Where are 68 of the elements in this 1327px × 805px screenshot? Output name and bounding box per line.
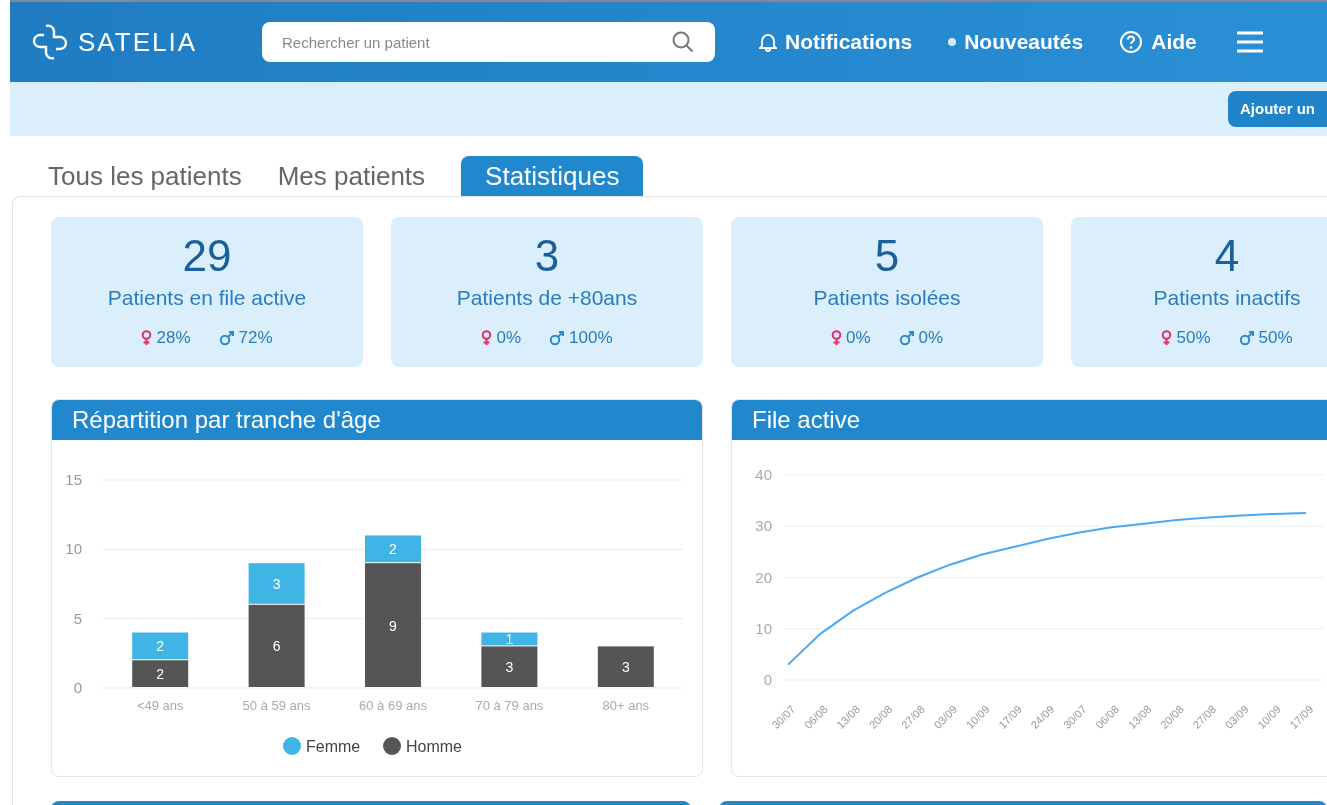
bar-value-label: 2 [389, 541, 397, 558]
legend-label: Homme [406, 738, 462, 755]
help-icon [1119, 30, 1144, 54]
bar-value-label: 2 [156, 638, 165, 655]
female-percent: 50% [1176, 327, 1211, 349]
female-icon [1161, 329, 1173, 346]
tab[interactable]: Mes patients [277, 156, 426, 196]
stat-value: 5 [874, 233, 900, 278]
male-icon [898, 329, 915, 346]
search-icon [671, 30, 695, 54]
axis-tick-label: 5 [73, 609, 82, 627]
bar-value-label: 2 [156, 666, 165, 683]
bar-value-label: 9 [389, 617, 397, 634]
category-label: 50 à 59 ans [242, 698, 311, 713]
category-label: <49 ans [136, 698, 184, 713]
female-percent: 0% [496, 327, 522, 349]
nav-link[interactable]: Aide [1151, 26, 1197, 58]
bar [132, 660, 189, 687]
bar-value-label: 3 [621, 659, 630, 676]
male-percent: 50% [1258, 327, 1293, 349]
male-percent: 72% [238, 327, 273, 349]
axis-tick-label: 0 [73, 679, 82, 696]
bar-value-label: 3 [272, 576, 281, 592]
bar [597, 646, 654, 687]
add-button[interactable]: Ajouter un [1228, 90, 1327, 128]
category-label: 70 à 79 ans [475, 698, 544, 713]
axis-tick-label: 40 [755, 466, 772, 483]
axis-tick-label: 20 [755, 568, 772, 586]
stat-value: 4 [1214, 233, 1240, 278]
nav-link[interactable]: Notifications [785, 26, 913, 58]
nav-link[interactable]: Nouveautés [964, 26, 1084, 58]
male-icon [218, 329, 235, 346]
stat-label: Patients isolées [813, 284, 961, 311]
male-icon [1238, 329, 1255, 346]
bell-icon [759, 32, 777, 52]
stat-label: Patients en file active [107, 284, 307, 311]
axis-tick-label: 15 [65, 471, 82, 488]
logo-icon [30, 22, 70, 62]
stat-label: Patients inactifs [1153, 284, 1301, 311]
female-icon [481, 329, 493, 346]
stat-value: 29 [182, 233, 232, 278]
axis-tick-label: 10 [755, 619, 772, 637]
legend-label: Femme [306, 738, 361, 755]
tab[interactable]: Tous les patients [48, 156, 242, 196]
stat-value: 3 [534, 233, 560, 278]
bar-value-label: 6 [272, 638, 281, 655]
menu-icon[interactable] [1236, 31, 1263, 53]
bar-value-label: 1 [505, 631, 514, 648]
logo-text: SATELIA [78, 25, 197, 59]
bar [132, 632, 189, 660]
category-label: 80+ ans [602, 698, 650, 713]
tab[interactable]: Statistiques [461, 156, 644, 196]
stat-label: Patients de +80ans [456, 284, 638, 311]
male-percent: 100% [569, 327, 613, 349]
male-percent: 0% [918, 327, 944, 349]
female-percent: 28% [156, 327, 191, 349]
female-icon [141, 329, 153, 346]
axis-tick-label: 0 [763, 671, 772, 688]
search-field[interactable]: Rechercher un patient [262, 22, 715, 62]
category-label: 60 à 69 ans [359, 698, 427, 713]
bar-value-label: 3 [505, 659, 514, 676]
female-percent: 0% [845, 327, 871, 349]
chart-title: Répartition par tranche d'âge [52, 400, 702, 440]
male-icon [549, 329, 566, 346]
female-icon [830, 329, 842, 346]
axis-tick-label: 10 [65, 540, 82, 558]
axis-tick-label: 30 [755, 517, 772, 535]
chart-title: File active [732, 400, 1327, 440]
